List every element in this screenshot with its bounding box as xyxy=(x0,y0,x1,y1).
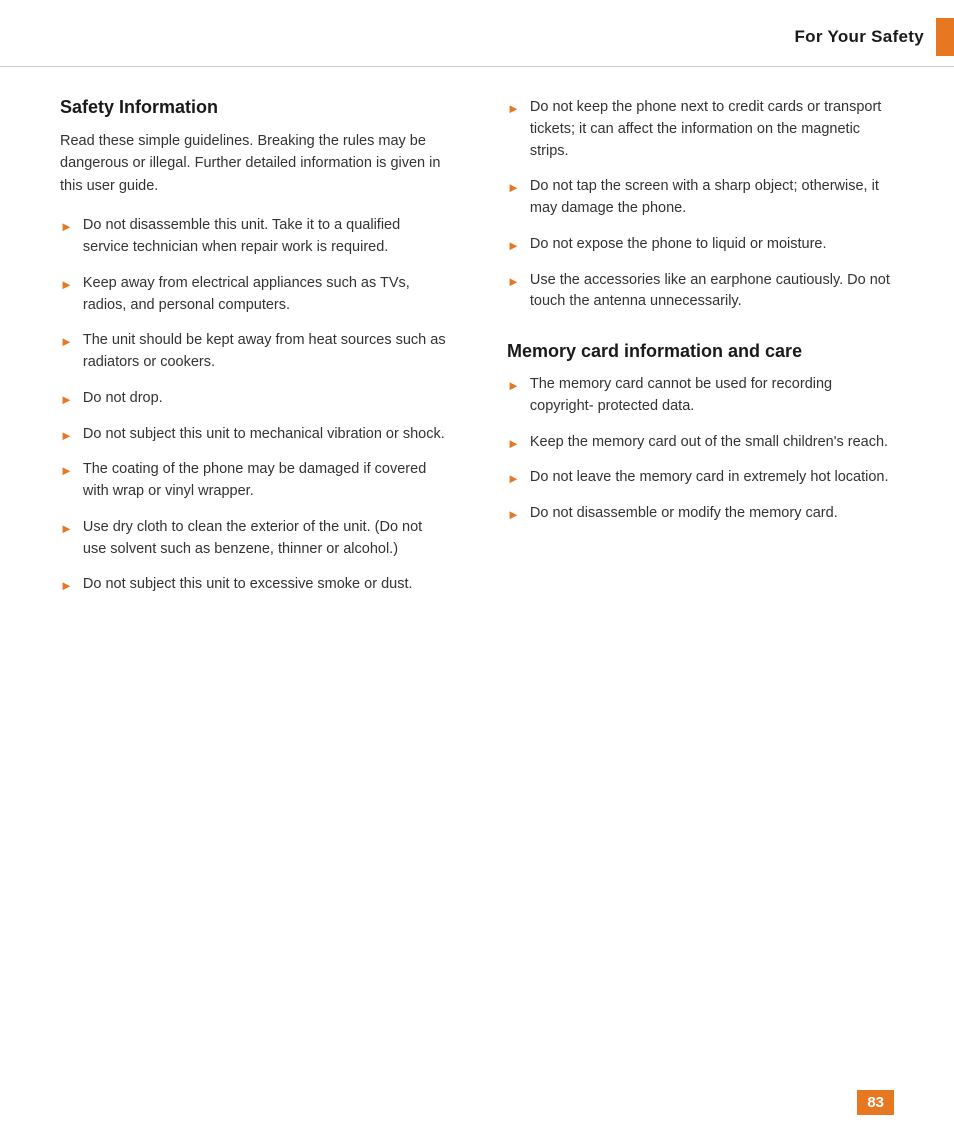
header-accent-bar xyxy=(936,18,954,56)
bullet-arrow-icon: ► xyxy=(507,236,520,256)
bullet-text: Do not keep the phone next to credit car… xyxy=(530,97,894,162)
bullet-text: The unit should be kept away from heat s… xyxy=(83,330,447,374)
left-column: Safety Information Read these simple gui… xyxy=(60,97,457,610)
bullet-arrow-icon: ► xyxy=(60,275,73,295)
list-item: ► Do not disassemble this unit. Take it … xyxy=(60,215,447,259)
safety-information-title: Safety Information xyxy=(60,97,447,118)
bullet-arrow-icon: ► xyxy=(507,99,520,119)
bullet-text: The coating of the phone may be damaged … xyxy=(83,459,447,503)
list-item: ► The unit should be kept away from heat… xyxy=(60,330,447,374)
list-item: ► The coating of the phone may be damage… xyxy=(60,459,447,503)
bullet-text: Do not tap the screen with a sharp objec… xyxy=(530,176,894,220)
bullet-text: Do not drop. xyxy=(83,388,163,410)
bullet-text: Keep away from electrical appliances suc… xyxy=(83,273,447,317)
list-item: ► Use the accessories like an earphone c… xyxy=(507,270,894,314)
bullet-arrow-icon: ► xyxy=(507,178,520,198)
bullet-arrow-icon: ► xyxy=(60,332,73,352)
list-item: ► The memory card cannot be used for rec… xyxy=(507,374,894,418)
bullet-arrow-icon: ► xyxy=(507,469,520,489)
memory-card-title: Memory card information and care xyxy=(507,341,894,362)
list-item: ► Keep the memory card out of the small … xyxy=(507,432,894,454)
bullet-text: Keep the memory card out of the small ch… xyxy=(530,432,888,454)
bullet-arrow-icon: ► xyxy=(507,434,520,454)
memory-bullet-list: ► The memory card cannot be used for rec… xyxy=(507,374,894,525)
bullet-arrow-icon: ► xyxy=(507,376,520,396)
header-title: For Your Safety xyxy=(794,27,924,47)
bullet-arrow-icon: ► xyxy=(60,426,73,446)
bullet-arrow-icon: ► xyxy=(507,272,520,292)
bullet-arrow-icon: ► xyxy=(60,519,73,539)
bullet-text: Do not leave the memory card in extremel… xyxy=(530,467,889,489)
bullet-text: Do not disassemble or modify the memory … xyxy=(530,503,838,525)
list-item: ► Do not expose the phone to liquid or m… xyxy=(507,234,894,256)
list-item: ► Do not keep the phone next to credit c… xyxy=(507,97,894,162)
list-item: ► Do not leave the memory card in extrem… xyxy=(507,467,894,489)
list-item: ► Do not drop. xyxy=(60,388,447,410)
bullet-arrow-icon: ► xyxy=(60,390,73,410)
list-item: ► Use dry cloth to clean the exterior of… xyxy=(60,517,447,561)
bullet-arrow-icon: ► xyxy=(60,217,73,237)
page-header: For Your Safety xyxy=(0,0,954,67)
right-top-bullet-list: ► Do not keep the phone next to credit c… xyxy=(507,97,894,313)
bullet-text: Do not subject this unit to mechanical v… xyxy=(83,424,445,446)
bullet-arrow-icon: ► xyxy=(507,505,520,525)
list-item: ► Do not tap the screen with a sharp obj… xyxy=(507,176,894,220)
safety-bullet-list: ► Do not disassemble this unit. Take it … xyxy=(60,215,447,596)
bullet-text: Do not expose the phone to liquid or moi… xyxy=(530,234,827,256)
list-item: ► Keep away from electrical appliances s… xyxy=(60,273,447,317)
bullet-text: Use the accessories like an earphone cau… xyxy=(530,270,894,314)
bullet-text: Do not disassemble this unit. Take it to… xyxy=(83,215,447,259)
bullet-text: The memory card cannot be used for recor… xyxy=(530,374,894,418)
list-item: ► Do not subject this unit to excessive … xyxy=(60,574,447,596)
bullet-text: Do not subject this unit to excessive sm… xyxy=(83,574,413,596)
intro-paragraph: Read these simple guidelines. Breaking t… xyxy=(60,130,447,197)
list-item: ► Do not subject this unit to mechanical… xyxy=(60,424,447,446)
bullet-arrow-icon: ► xyxy=(60,461,73,481)
page-number: 83 xyxy=(857,1090,894,1115)
main-content: Safety Information Read these simple gui… xyxy=(0,97,954,610)
bullet-arrow-icon: ► xyxy=(60,576,73,596)
bullet-text: Use dry cloth to clean the exterior of t… xyxy=(83,517,447,561)
right-column: ► Do not keep the phone next to credit c… xyxy=(497,97,894,610)
list-item: ► Do not disassemble or modify the memor… xyxy=(507,503,894,525)
